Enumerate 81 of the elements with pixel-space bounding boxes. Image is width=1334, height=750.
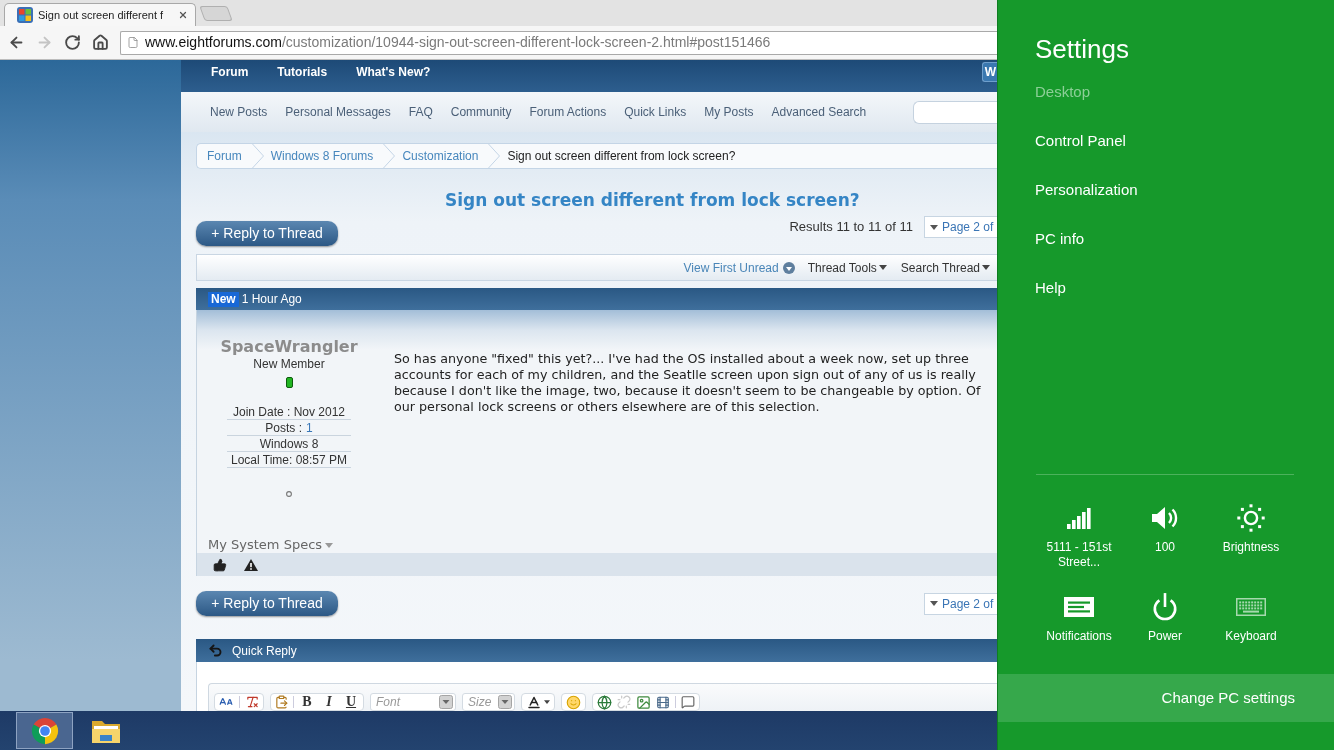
- curved-arrow-icon: [208, 643, 223, 658]
- settings-menu-item[interactable]: Personalization: [998, 166, 1334, 215]
- text-color-icon[interactable]: [526, 694, 542, 710]
- username: SpaceWrangler: [220, 337, 358, 357]
- font-select[interactable]: Font: [370, 693, 456, 711]
- site-icon: [17, 7, 33, 23]
- film-icon[interactable]: [656, 694, 670, 710]
- home-icon: [91, 34, 109, 51]
- quick-setting-button[interactable]: 5111 - 151st Street...: [1036, 503, 1122, 570]
- subnav-link[interactable]: Advanced Search: [771, 103, 867, 121]
- italic-button[interactable]: I: [320, 694, 338, 710]
- quick-setting-button[interactable]: Power: [1122, 592, 1208, 644]
- browser-tab[interactable]: Sign out screen different f: [4, 3, 196, 26]
- text-link[interactable]: View First Unread: [683, 258, 779, 277]
- search-field[interactable]: [913, 100, 997, 124]
- user-stat: Local Time: 08:57 PM: [230, 451, 348, 469]
- dropdown-menu-button[interactable]: Search Thread: [900, 258, 990, 277]
- round-logo-icon: [30, 716, 59, 745]
- subnav-link[interactable]: Quick Links: [624, 103, 687, 121]
- nav-link[interactable]: What's New?: [356, 63, 431, 81]
- user-stat: Join Date : Nov 2012: [232, 403, 346, 421]
- thread-title: Sign out screen different from lock screen?: [445, 189, 860, 211]
- change-settings-button[interactable]: Change PC settings: [998, 674, 1334, 722]
- settings-menu-item[interactable]: PC info: [998, 215, 1334, 264]
- bold-button[interactable]: B: [298, 694, 316, 710]
- subnav-link[interactable]: Community: [450, 103, 512, 121]
- subnav-link[interactable]: My Posts: [704, 103, 754, 121]
- caret-icon: [930, 224, 938, 230]
- quick-setting-button[interactable]: Brightness: [1208, 503, 1294, 555]
- globe-icon[interactable]: [597, 694, 612, 710]
- caret-icon: [325, 542, 334, 548]
- thumbs-up-icon[interactable]: [213, 557, 227, 572]
- user-rank: New Member: [253, 357, 325, 371]
- page-icon: [127, 35, 139, 50]
- new-badge: New: [208, 291, 239, 307]
- subnav-link[interactable]: Personal Messages: [285, 103, 391, 121]
- caret-icon: [544, 700, 550, 704]
- breadcrumb-link[interactable]: Customization: [395, 144, 489, 168]
- quick-reply-title: Quick Reply: [232, 642, 297, 660]
- size-select[interactable]: Size: [462, 693, 515, 711]
- warning-icon[interactable]: [244, 558, 258, 571]
- close-tab-button[interactable]: [177, 9, 189, 21]
- dropdown-menu-button[interactable]: Thread Tools: [807, 258, 887, 277]
- speech-bubble-icon[interactable]: [681, 695, 695, 709]
- down-arrow-circle-icon: [782, 261, 795, 274]
- quick-setting-button[interactable]: 100: [1122, 503, 1208, 555]
- breadcrumb-link[interactable]: Forum: [197, 144, 252, 168]
- crossed-text-icon[interactable]: [245, 695, 260, 709]
- subnav-link[interactable]: Forum Actions: [529, 103, 607, 121]
- post-text: So has anyone "fixed" this yet?... I've had the OS installed about a week now, set up three accounts for each of my children, and the Seatlle screen upon sign out of any of us is really because I don't like the image, two, because it doesn't seem to be changeable by option. Of our personal lock screens or others elsewhere are of this selection.: [394, 351, 981, 415]
- results-count: Results 11 to 11 of 11: [789, 218, 913, 237]
- reply-button[interactable]: + Reply to Thread: [196, 221, 338, 246]
- settings-title: Settings: [1035, 33, 1130, 65]
- caret-icon: [982, 265, 990, 270]
- nav-link[interactable]: Tutorials: [277, 63, 328, 81]
- clipboard-icon[interactable]: [274, 695, 289, 709]
- small-circle-icon: [286, 491, 292, 497]
- post-time: 1 Hour Ago: [241, 291, 302, 308]
- nav-button[interactable]: W: [981, 62, 997, 82]
- reload-icon: [63, 34, 81, 51]
- breadcrumb-link[interactable]: Windows 8 Forums: [263, 144, 384, 168]
- caret-icon: [930, 601, 938, 606]
- settings-menu-item[interactable]: Control Panel: [998, 117, 1334, 166]
- settings-menu-item[interactable]: Help: [998, 264, 1334, 313]
- system-specs-toggle[interactable]: My System Specs: [208, 537, 334, 553]
- quick-setting-button[interactable]: Notifications: [1036, 592, 1122, 644]
- caret-icon: [878, 265, 887, 270]
- reply-button[interactable]: + Reply to Thread: [196, 591, 338, 616]
- subnav-link[interactable]: FAQ: [408, 103, 433, 121]
- breadcrumb-current: Sign out screen different from lock screen?: [506, 148, 736, 165]
- address-field[interactable]: www.eightforums.com/customization/10944-sign-out-screen-different-lock-screen-2.html#post151466: [120, 30, 997, 55]
- user-stat: Windows 8: [259, 435, 319, 453]
- nav-link[interactable]: Forum: [211, 63, 249, 81]
- user-stat: Posts :: [265, 419, 302, 437]
- close-icon: [178, 10, 188, 20]
- image-icon[interactable]: [636, 694, 651, 710]
- post-count-link[interactable]: 1: [306, 418, 313, 437]
- subnav-link[interactable]: New Posts: [210, 103, 268, 121]
- page-jump-menu[interactable]: Page 2 of: [924, 216, 997, 238]
- underline-button[interactable]: U: [342, 694, 360, 710]
- page-jump-menu[interactable]: Page 2 of: [924, 592, 997, 615]
